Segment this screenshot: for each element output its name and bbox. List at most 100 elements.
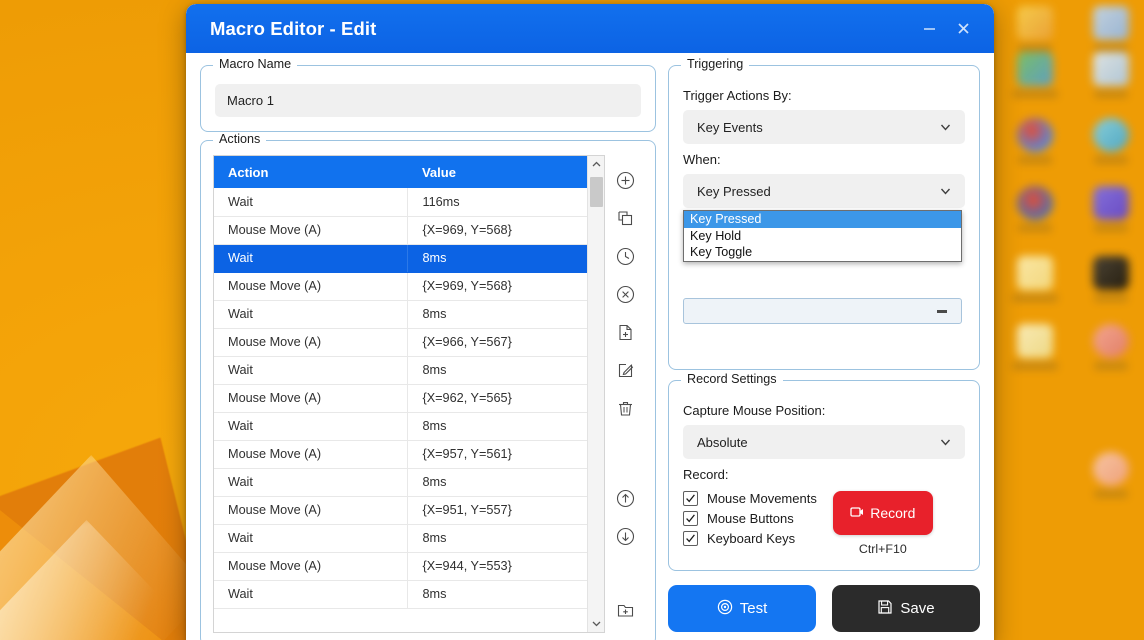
dropdown-option[interactable]: Key Pressed [684,211,961,228]
desktop-icon[interactable] [1012,6,1058,52]
record-checkbox-label: Mouse Buttons [707,511,794,526]
record-checkbox-row[interactable]: Keyboard Keys [683,531,817,546]
scrollbar-thumb[interactable] [590,177,603,207]
desktop-icon[interactable] [1088,118,1134,164]
record-checkbox-row[interactable]: Mouse Movements [683,491,817,506]
dropdown-option[interactable]: Key Hold [684,228,961,245]
add-group-icon[interactable] [610,591,640,629]
table-row[interactable]: Mouse Move (A) {X=966, Y=567} [214,328,587,357]
scrollbar-track[interactable] [588,173,604,615]
add-delay-icon[interactable] [610,237,640,275]
checkbox-checked-icon[interactable] [683,491,698,506]
record-button[interactable]: Record [832,491,933,535]
column-header-value[interactable]: Value [407,156,587,188]
when-label: When: [683,152,721,167]
record-checkbox-list: Mouse Movements Mouse Buttons Keyboard Key… [683,489,817,546]
macro-name-legend: Macro Name [213,57,298,71]
desktop-icon[interactable] [1012,256,1058,302]
trigger-actions-by-label: Trigger Actions By: [683,88,792,103]
desktop-icon-grid [976,0,1136,640]
cell-value: 8ms [407,580,587,609]
chevron-down-icon [938,184,953,199]
chevron-down-icon[interactable] [588,615,605,632]
delete-action-icon[interactable] [610,389,640,427]
desktop-icon[interactable] [1088,256,1134,302]
when-dropdown-list[interactable]: Key Pressed Key Hold Key Toggle [683,210,962,262]
desktop-icon[interactable] [1012,118,1058,164]
checkbox-checked-icon[interactable] [683,511,698,526]
save-button[interactable]: Save [832,585,980,632]
actions-toolbar [605,155,645,633]
record-shortcut-label: Ctrl+F10 [858,542,907,556]
remove-action-icon[interactable] [610,275,640,313]
actions-scrollbar[interactable] [587,156,604,632]
desktop-icon[interactable] [1088,452,1134,498]
table-row[interactable]: Wait 8ms [214,244,587,273]
trigger-key-input[interactable] [683,298,962,324]
trigger-key-placeholder [937,310,947,313]
floppy-disk-icon [877,599,893,619]
record-checkbox-label: Keyboard Keys [707,531,796,546]
record-checkbox-row[interactable]: Mouse Buttons [683,511,817,526]
table-row[interactable]: Mouse Move (A) {X=944, Y=553} [214,552,587,581]
desktop-icon[interactable] [1088,324,1134,370]
cell-value: 8ms [407,300,587,329]
table-row[interactable]: Mouse Move (A) {X=962, Y=565} [214,384,587,413]
table-row[interactable]: Mouse Move (A) {X=969, Y=568} [214,272,587,301]
actions-group: Actions Action Value Wait 116ms Mouse Move… [200,132,656,640]
table-row[interactable]: Mouse Move (A) {X=969, Y=568} [214,216,587,245]
table-row[interactable]: Wait 8ms [214,580,587,609]
cell-value: 8ms [407,524,587,553]
cell-value: 8ms [407,356,587,385]
desktop-icon[interactable] [1012,324,1058,370]
table-row[interactable]: Wait 8ms [214,356,587,385]
test-button[interactable]: Test [668,585,816,632]
table-row[interactable]: Wait 8ms [214,468,587,497]
move-down-icon[interactable] [610,517,640,555]
right-column: Triggering Trigger Actions By: Key Event… [668,57,980,640]
column-header-action[interactable]: Action [214,156,408,188]
move-up-icon[interactable] [610,479,640,517]
actions-legend: Actions [213,132,267,146]
capture-mouse-position-value: Absolute [697,434,748,450]
desktop-icon[interactable] [1012,186,1058,232]
record-label: Record: [683,467,729,482]
desktop-icon[interactable] [1012,52,1058,98]
target-icon [717,599,733,619]
table-row[interactable]: Wait 8ms [214,412,587,441]
record-icon [850,505,864,522]
table-row[interactable]: Wait 8ms [214,524,587,553]
triggering-legend: Triggering [681,57,750,71]
left-column: Macro Name Actions Action Value [200,57,656,640]
macro-name-input[interactable] [215,84,641,117]
cell-action: Wait [214,580,408,609]
dropdown-option[interactable]: Key Toggle [684,244,961,261]
table-row[interactable]: Wait 116ms [214,188,587,217]
trigger-actions-by-select[interactable]: Key Events [683,110,965,144]
cell-action: Wait [214,468,408,497]
table-row[interactable]: Mouse Move (A) {X=951, Y=557} [214,496,587,525]
cell-value: 116ms [407,188,587,217]
cell-value: {X=944, Y=553} [407,552,587,581]
table-row[interactable]: Wait 8ms [214,300,587,329]
cell-action: Mouse Move (A) [214,552,408,581]
checkbox-checked-icon[interactable] [683,531,698,546]
cell-value: {X=969, Y=568} [407,272,587,301]
minimize-button[interactable] [912,14,946,44]
add-action-icon[interactable] [610,161,640,199]
table-row[interactable]: Mouse Move (A) {X=957, Y=561} [214,440,587,469]
desktop-icon[interactable] [1088,186,1134,232]
desktop-icon[interactable] [1088,6,1134,52]
capture-mouse-position-select[interactable]: Absolute [683,425,965,459]
close-button[interactable] [946,14,980,44]
new-file-icon[interactable] [610,313,640,351]
edit-action-icon[interactable] [610,351,640,389]
record-button-label: Record [870,505,916,521]
desktop-icon[interactable] [1088,52,1134,98]
actions-table-body: Wait 116ms Mouse Move (A) {X=969, Y=568} Wai… [214,188,587,609]
duplicate-action-icon[interactable] [610,199,640,237]
chevron-down-icon [938,120,953,135]
when-select[interactable]: Key Pressed [683,174,965,208]
chevron-up-icon[interactable] [588,156,605,173]
cell-value: {X=951, Y=557} [407,496,587,525]
